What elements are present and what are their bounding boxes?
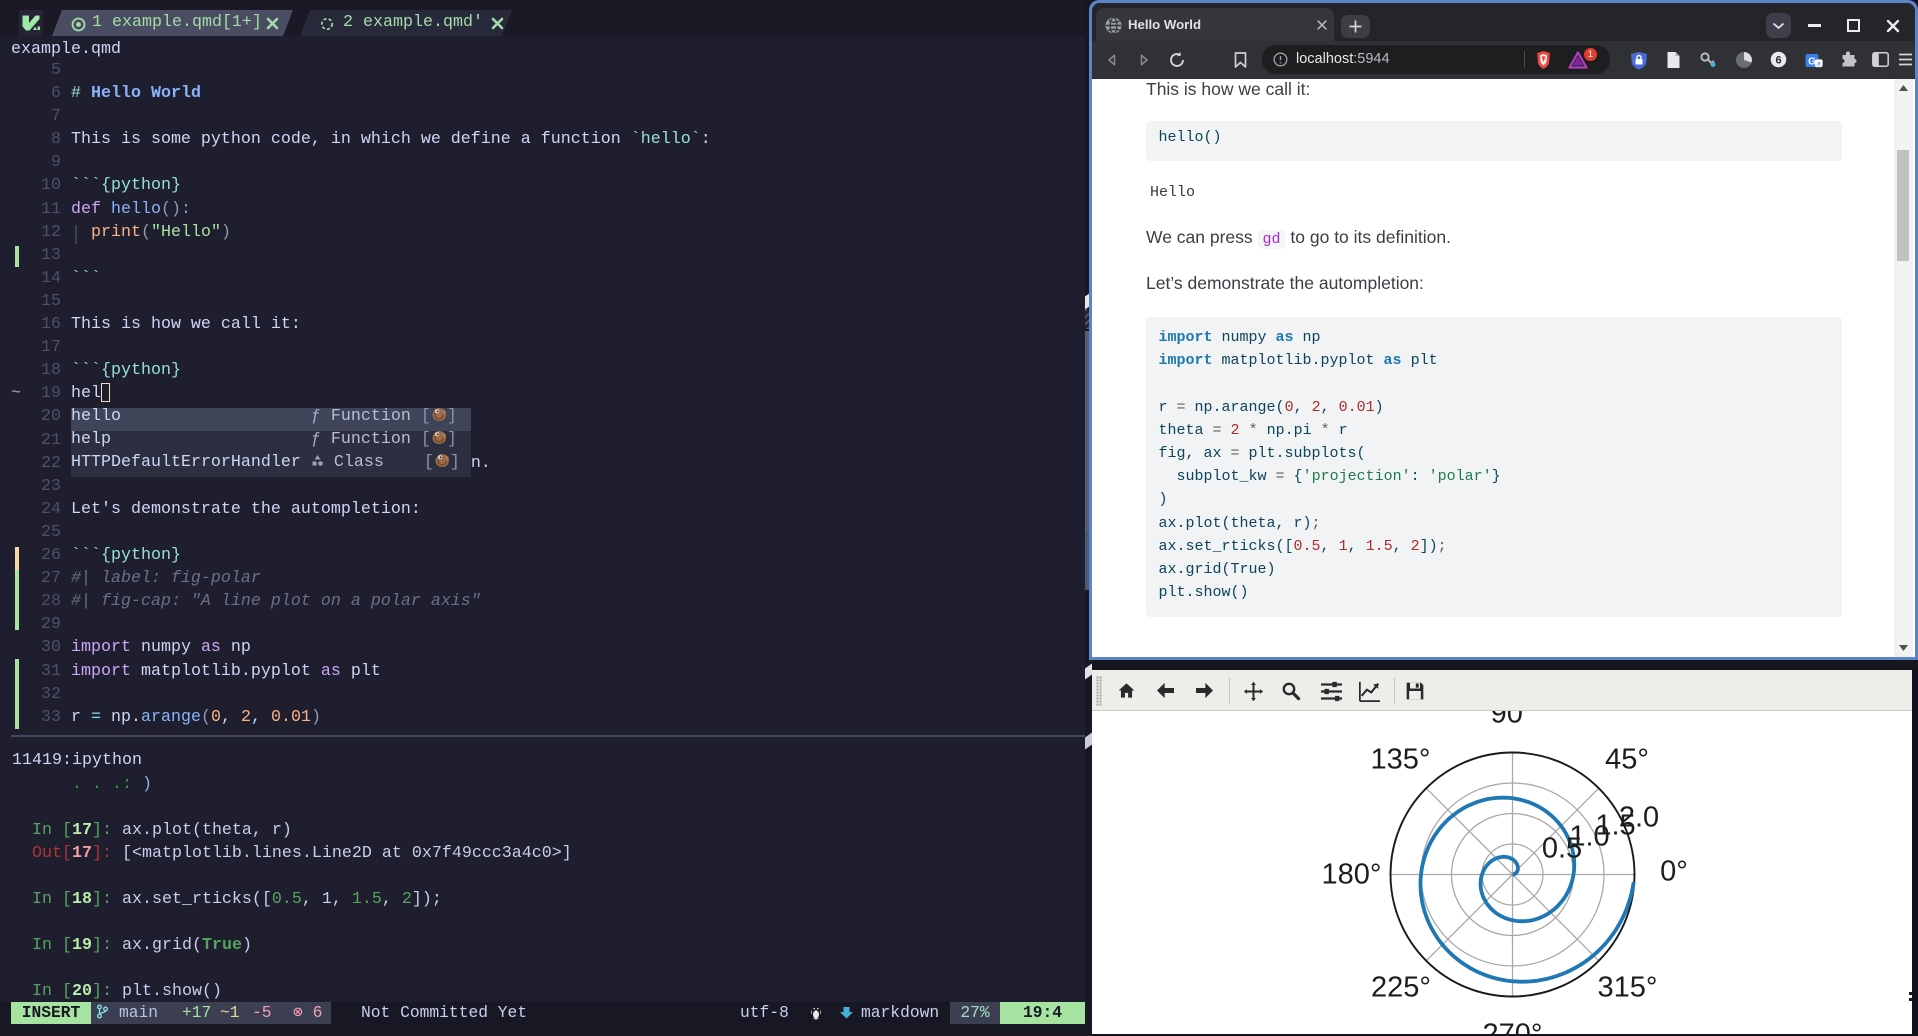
svg-text:a: a	[1817, 61, 1821, 68]
svg-text:6: 6	[1775, 55, 1781, 67]
